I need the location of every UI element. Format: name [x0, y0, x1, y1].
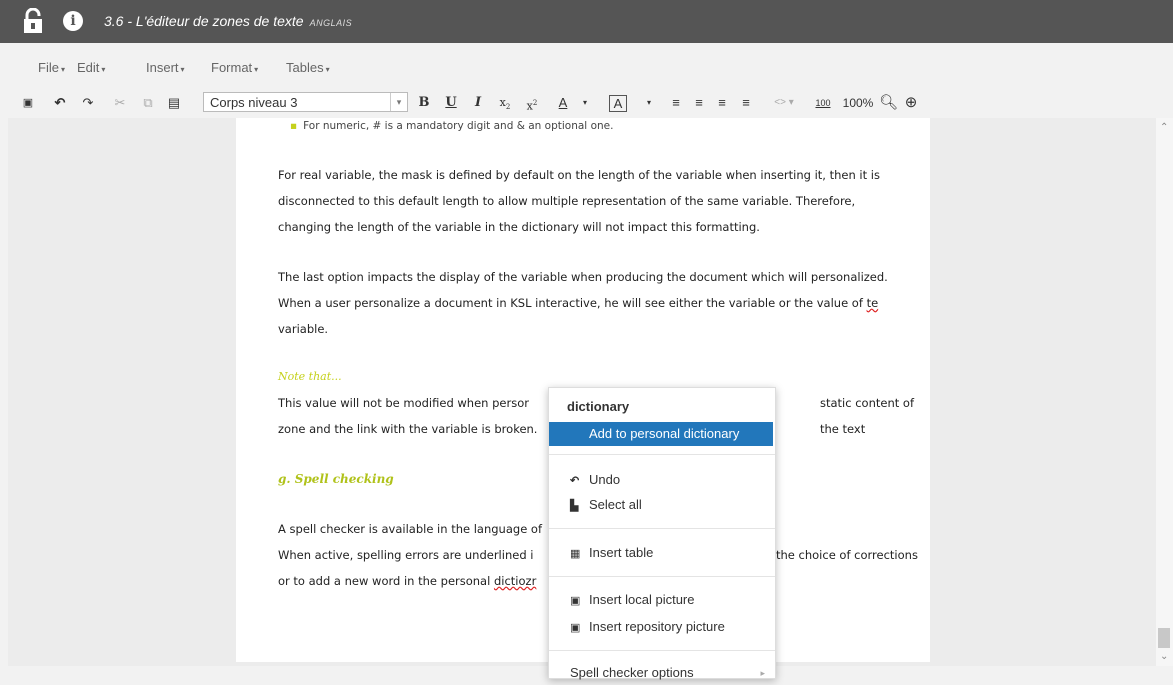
menu-file-label: File [38, 60, 59, 75]
menu-separator [549, 454, 775, 455]
chevron-down-icon: ▾ [180, 65, 185, 74]
chevron-down-icon: ▾ [101, 65, 106, 74]
info-icon[interactable]: i [63, 11, 83, 31]
chevron-up-icon[interactable]: ⌃ [1160, 122, 1168, 133]
undo-icon[interactable]: ↶ [52, 94, 68, 112]
chevron-right-icon: ▸ [760, 668, 765, 678]
chevron-down-icon[interactable]: ▾ [390, 93, 407, 111]
undo-label: Undo [589, 472, 621, 487]
insert-repository-picture-item[interactable]: ▣ Insert repository picture [549, 615, 775, 639]
para1-line-1: For real variable, the mask is defined b… [278, 168, 880, 182]
align-left-icon[interactable]: ≡ [668, 94, 684, 112]
para4-line-2-text: When active, spelling errors are underli… [278, 548, 534, 562]
misspelled-word[interactable]: dictiozr [494, 574, 536, 588]
para3-line-1-end: static content of the text [820, 396, 914, 436]
menu-format[interactable]: Format ▾ [211, 60, 258, 75]
para4-line-2-end: the choice of corrections [776, 548, 918, 562]
menu-edit[interactable]: Edit ▾ [77, 60, 105, 75]
title-bar: i 3.6 - L'éditeur de zones de texte ANGLA… [0, 0, 1173, 43]
code-view-icon[interactable]: <> ▾ [767, 94, 801, 112]
menu-file[interactable]: File ▾ [38, 60, 65, 75]
insert-table-item[interactable]: ▦ Insert table [549, 541, 775, 565]
chevron-down-icon[interactable]: ▾ [580, 94, 590, 112]
menu-insert-label: Insert [146, 60, 179, 75]
spell-checker-options-item[interactable]: Spell checker options ▸ [549, 661, 775, 685]
subscript-icon[interactable]: x2 [495, 94, 515, 112]
cut-icon[interactable]: ✂ [112, 94, 128, 112]
menu-separator [549, 528, 775, 529]
insert-repository-picture-label: Insert repository picture [589, 619, 725, 634]
italic-icon[interactable]: I [470, 94, 486, 112]
align-center-icon[interactable]: ≡ [691, 94, 707, 112]
chevron-down-icon: ▾ [60, 65, 65, 74]
undo-item[interactable]: ↶ Undo [549, 468, 775, 492]
para2-line-2-text: When a user personalize a document in KS… [278, 296, 867, 310]
para4-line-3-text: or to add a new word in the personal [278, 574, 494, 588]
menu-tables-label: Tables [286, 60, 324, 75]
para2-line-3: variable. [278, 322, 329, 336]
toolbar: ▣ ↶ ↷ ✂ ⧉ ▤ B U I x2 x2 A ▾ A ▾ ≡ ≡ ≡ ≡ … [0, 90, 1173, 116]
picture-icon: ▣ [570, 595, 581, 607]
select-all-label: Select all [589, 497, 642, 512]
table-icon: ▦ [570, 548, 581, 560]
highlight-color-icon[interactable]: A [609, 95, 627, 112]
save-icon[interactable]: ▣ [20, 94, 36, 112]
menu-format-label: Format [211, 60, 253, 75]
underline-icon[interactable]: U [443, 94, 459, 112]
menu-separator [549, 650, 775, 651]
paragraph-1: For real variable, the mask is defined b… [278, 162, 930, 240]
insert-local-picture-label: Insert local picture [589, 592, 695, 607]
zoom-out-icon[interactable]: 🔍︎ [879, 94, 898, 112]
para1-line-2: disconnected to this default length to a… [278, 194, 856, 208]
language-label: ANGLAIS [309, 18, 353, 28]
insert-table-label: Insert table [589, 545, 654, 560]
superscript-icon[interactable]: x2 [522, 94, 542, 113]
zoom-in-icon[interactable]: ⊕ [903, 94, 919, 112]
menu-edit-label: Edit [77, 60, 100, 75]
spelling-suggestion[interactable]: dictionary [567, 395, 793, 419]
menu-tables[interactable]: Tables ▾ [286, 60, 330, 75]
select-all-icon: ▙ [570, 500, 579, 512]
chevron-down-icon: ▾ [325, 65, 330, 74]
select-all-item[interactable]: ▙ Select all [549, 493, 775, 517]
paragraph-2: The last option impacts the display of t… [278, 264, 930, 342]
context-menu: dictionary Add to personal dictionary ↶ U… [548, 387, 776, 680]
insert-local-picture-item[interactable]: ▣ Insert local picture [549, 588, 775, 612]
para1-line-3: changing the length of the variable in t… [278, 220, 760, 234]
unlock-icon[interactable] [22, 8, 44, 34]
add-to-dictionary-item[interactable]: Add to personal dictionary [549, 422, 773, 446]
chevron-down-icon[interactable]: ▾ [644, 94, 654, 112]
copy-icon[interactable]: ⧉ [140, 94, 156, 112]
bullet-icon: ▪ [290, 120, 298, 132]
misspelled-word[interactable]: te [867, 296, 879, 310]
align-right-icon[interactable]: ≡ [714, 94, 730, 112]
menu-insert[interactable]: Insert ▾ [146, 60, 185, 75]
chevron-down-icon: ▾ [254, 65, 259, 74]
para2-line-1: The last option impacts the display of t… [278, 270, 888, 284]
bullet-item: ▪ For numeric, # is a mandatory digit and… [290, 120, 942, 132]
scrollbar-thumb[interactable] [1158, 628, 1170, 648]
undo-icon: ↶ [570, 475, 580, 487]
chevron-down-icon[interactable]: ⌄ [1160, 651, 1168, 662]
para3-line-1-text: This value will not be modified when per… [278, 396, 529, 410]
picture-icon: ▣ [570, 622, 581, 634]
paragraph-style-value: Corps niveau 3 [210, 95, 298, 110]
zoom-level: 100% [842, 96, 874, 110]
menu-bar: File ▾ Edit ▾ Insert ▾ Format ▾ Tables ▾ [0, 56, 1173, 78]
menu-separator [549, 576, 775, 577]
vertical-scrollbar[interactable]: ⌃ ⌄ [1156, 118, 1173, 666]
bold-icon[interactable]: B [416, 94, 432, 112]
bullet-text: For numeric, # is a mandatory digit and … [303, 120, 614, 132]
justify-icon[interactable]: ≡ [738, 94, 754, 112]
para2-line-2: When a user personalize a document in KS… [278, 290, 930, 316]
paste-icon[interactable]: ▤ [166, 94, 182, 112]
document-title: 3.6 - L'éditeur de zones de texte ANGLAIS [104, 13, 352, 29]
paragraph-style-select[interactable]: Corps niveau 3 ▾ [203, 92, 408, 112]
document-title-text: 3.6 - L'éditeur de zones de texte [104, 13, 304, 29]
redo-icon[interactable]: ↷ [80, 94, 96, 112]
zoom-value-icon[interactable]: 100 [813, 94, 833, 112]
font-color-icon[interactable]: A [555, 94, 571, 112]
note-label: Note that... [278, 370, 342, 383]
